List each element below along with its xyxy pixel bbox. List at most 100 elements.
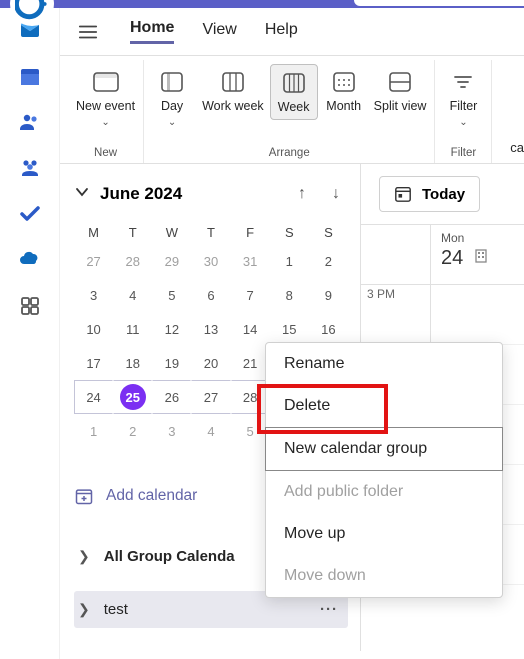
mini-cal-day[interactable]: 2 [113,414,152,448]
mini-cal-day[interactable]: 31 [231,244,270,278]
week-view-button[interactable]: Week [270,64,318,120]
mini-cal-day[interactable]: 18 [113,346,152,380]
filter-icon [453,70,473,94]
mini-cal-day[interactable]: 17 [74,346,113,380]
mini-cal-day[interactable]: 26 [152,380,191,414]
ribbon-group-filter: Filter [451,145,477,163]
mini-cal-day[interactable]: 29 [152,244,191,278]
ctx-move-up[interactable]: Move up [266,513,502,555]
tab-view[interactable]: View [202,21,236,43]
calendar-group-label: test [104,601,128,618]
mini-cal-day[interactable]: 30 [191,244,230,278]
split-view-button[interactable]: Split view [370,64,431,118]
day-number: 24 [441,247,463,270]
work-week-icon [222,70,244,94]
mini-cal-day[interactable]: 15 [270,312,309,346]
mini-cal-day[interactable]: 2 [309,244,348,278]
month-collapse-chevron[interactable] [74,184,90,205]
mini-cal-day[interactable]: 9 [309,278,348,312]
chevron-down-icon: ⌄ [101,116,109,129]
mini-cal-day[interactable]: 4 [113,278,152,312]
day-label: Day [161,98,183,114]
tab-help[interactable]: Help [265,21,298,43]
today-label: Today [422,186,465,203]
calendar-icon[interactable] [16,62,44,90]
mini-cal-day[interactable]: 24 [74,380,113,414]
todo-icon[interactable] [16,200,44,228]
menu-bar: Home View Help [60,8,524,56]
mini-cal-day[interactable]: 27 [74,244,113,278]
chevron-right-icon: ❯ [78,601,90,618]
dow-header: F [231,220,270,244]
month-icon [333,70,355,94]
calendar-group-label: All Group Calenda [104,548,235,565]
dow-header: S [309,220,348,244]
schedule-slot[interactable] [431,285,524,345]
mini-cal-day[interactable]: 6 [191,278,230,312]
mini-cal-day[interactable]: 5 [152,278,191,312]
ribbon-group-arrange: Arrange [269,145,310,163]
ribbon: New event ⌄ New Day ⌄ Work week [60,56,524,164]
mini-cal-day[interactable]: 5 [231,414,270,448]
mini-cal-day[interactable]: 11 [113,312,152,346]
week-label: Week [278,99,310,115]
day-view-button[interactable]: Day ⌄ [148,64,196,133]
today-icon [394,185,412,203]
filter-button[interactable]: Filter ⌄ [439,64,487,133]
people-icon[interactable] [16,108,44,136]
day-name: Mon [441,231,514,245]
mini-cal-day[interactable]: 21 [231,346,270,380]
building-icon [473,248,489,269]
mini-cal-day[interactable]: 19 [152,346,191,380]
mini-cal-day[interactable]: 4 [191,414,230,448]
mini-cal-day[interactable]: 16 [309,312,348,346]
month-title: June 2024 [100,184,280,204]
ctx-delete[interactable]: Delete [266,385,502,427]
new-event-icon [93,70,119,94]
mini-cal-day[interactable]: 3 [152,414,191,448]
today-button[interactable]: Today [379,176,480,212]
time-label: 3 PM [361,285,430,345]
mini-cal-day[interactable]: 8 [270,278,309,312]
mini-cal-day[interactable]: 25 [113,380,152,414]
mini-cal-day[interactable]: 7 [231,278,270,312]
new-event-label: New event [76,98,135,114]
mini-cal-day[interactable]: 1 [74,414,113,448]
groups-icon[interactable] [16,154,44,182]
mini-cal-day[interactable]: 13 [191,312,230,346]
chevron-right-icon: ❯ [78,548,90,565]
month-view-button[interactable]: Month [320,64,368,118]
search-pill-fragment [354,0,524,6]
tab-home[interactable]: Home [130,19,174,44]
mini-cal-day[interactable]: 28 [231,380,270,414]
prev-month-button[interactable]: ↑ [290,182,314,206]
mini-cal-day[interactable]: 10 [74,312,113,346]
mini-cal-day[interactable]: 12 [152,312,191,346]
ctx-move-down: Move down [266,555,502,597]
new-event-button[interactable]: New event ⌄ [72,64,139,133]
mini-cal-day[interactable]: 28 [113,244,152,278]
split-view-icon [389,70,411,94]
dow-header: M [74,220,113,244]
mini-cal-day[interactable]: 20 [191,346,230,380]
apps-icon[interactable] [16,292,44,320]
mini-cal-day[interactable]: 14 [231,312,270,346]
mini-cal-day[interactable]: 3 [74,278,113,312]
hamburger-icon[interactable] [74,18,102,46]
filter-label: Filter [450,98,478,114]
work-week-button[interactable]: Work week [198,64,268,118]
mini-cal-day[interactable]: 27 [191,380,230,414]
more-options-button[interactable]: ··· [314,599,344,620]
chevron-down-icon: ⌄ [168,116,176,129]
week-icon [283,71,305,95]
onedrive-icon[interactable] [16,246,44,274]
month-label: Month [326,98,361,114]
next-month-button[interactable]: ↓ [324,182,348,206]
ctx-rename[interactable]: Rename [266,343,502,385]
ctx-new-calendar-group[interactable]: New calendar group [265,427,503,471]
dow-header: S [270,220,309,244]
ctx-add-public-folder: Add public folder [266,471,502,513]
mini-cal-day[interactable]: 1 [270,244,309,278]
left-rail [0,8,60,659]
day-column-header[interactable]: Mon 24 [431,225,524,285]
